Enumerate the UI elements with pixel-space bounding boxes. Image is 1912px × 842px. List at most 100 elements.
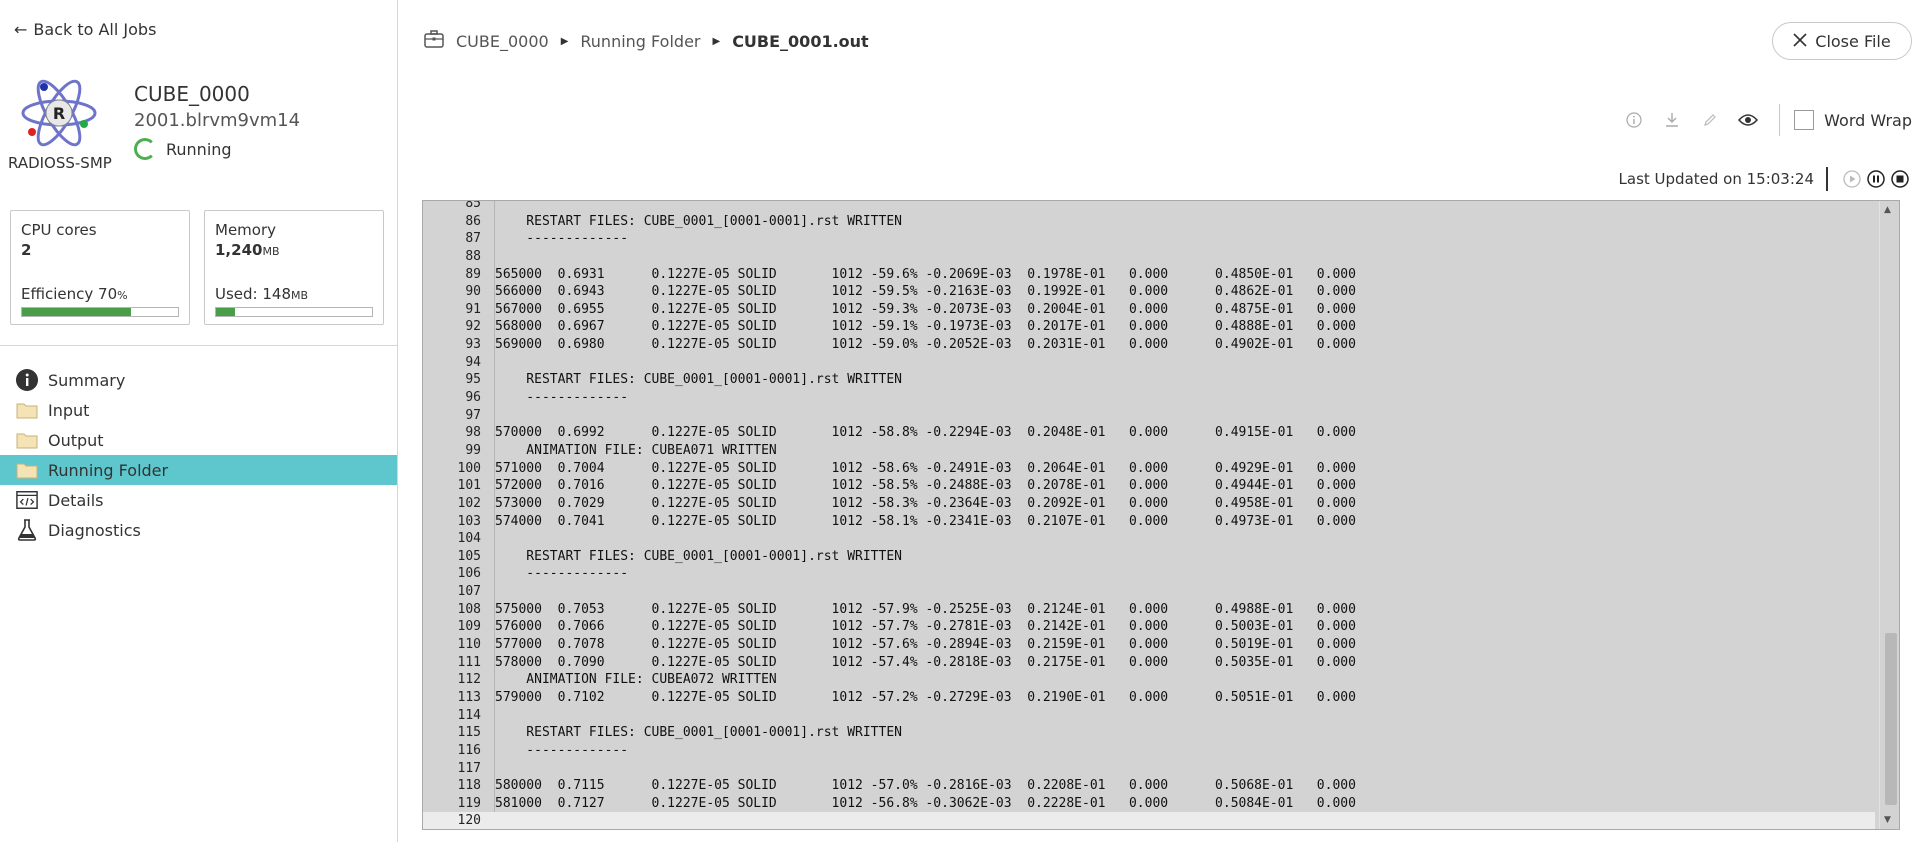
line-number: 111 [457,654,481,670]
pause-icon[interactable] [1864,167,1888,191]
log-line: 98 570000 0.6992 0.1227E-05 SOLID 1012 -5… [423,424,1875,442]
line-number: 114 [457,707,481,723]
log-line: 114 [423,707,1875,725]
line-text: RESTART FILES: CUBE_0001_[0001-0001].rst… [495,725,902,741]
log-line: 93 569000 0.6980 0.1227E-05 SOLID 1012 -5… [423,336,1875,354]
line-number: 119 [457,795,481,811]
back-to-all-jobs-link[interactable]: ← Back to All Jobs [14,20,156,39]
job-status: Running [134,138,232,160]
breadcrumb-item-job[interactable]: CUBE_0000 [456,32,549,51]
app-name: RADIOSS-SMP [8,154,112,172]
line-number: 97 [465,407,481,423]
line-number: 94 [465,354,481,370]
folder-icon [16,399,38,421]
arrow-left-icon: ← [14,20,28,39]
log-line: 95 RESTART FILES: CUBE_0001_[0001-0001].… [423,371,1875,389]
stop-icon[interactable] [1888,167,1912,191]
efficiency-label: Efficiency 70% [21,285,128,303]
caret-right-icon: ▶ [712,35,721,47]
line-text: ------------- [495,390,629,406]
sidebar-divider [0,345,397,346]
line-text: RESTART FILES: CUBE_0001_[0001-0001].rst… [495,372,902,388]
memory-label: Memory [215,221,277,239]
file-content-viewer[interactable]: 85 86 RESTART FILES: CUBE_0001_[0001-0001… [422,200,1900,830]
back-link-label: Back to All Jobs [33,20,157,39]
line-text: 568000 0.6967 0.1227E-05 SOLID 1012 -59.… [495,319,1356,335]
download-icon[interactable] [1653,106,1691,134]
log-line: 118 580000 0.7115 0.1227E-05 SOLID 1012 -… [423,777,1875,795]
radioss-logo-icon: R [21,79,97,147]
sidebar-nav: Summary Input Output Running Folder Deta… [0,365,397,545]
line-number: 91 [465,301,481,317]
log-line: 111 578000 0.7090 0.1227E-05 SOLID 1012 -… [423,654,1875,672]
line-number: 99 [465,442,481,458]
line-text: 570000 0.6992 0.1227E-05 SOLID 1012 -58.… [495,425,1356,441]
close-file-button[interactable]: Close File [1772,22,1912,60]
log-line: 109 576000 0.7066 0.1227E-05 SOLID 1012 -… [423,618,1875,636]
line-number: 113 [457,689,481,705]
log-line: 96 ------------- [423,389,1875,407]
line-number: 107 [457,584,481,600]
line-number: 106 [457,566,481,582]
log-line: 110 577000 0.7078 0.1227E-05 SOLID 1012 -… [423,636,1875,654]
log-line: 89 565000 0.6931 0.1227E-05 SOLID 1012 -5… [423,266,1875,284]
line-number: 87 [465,231,481,247]
log-line: 102 573000 0.7029 0.1227E-05 SOLID 1012 -… [423,495,1875,513]
sidebar-item-summary[interactable]: Summary [0,365,397,395]
memory-card: Memory 1,240MB Used: 148MB [204,210,384,325]
eye-icon[interactable] [1729,106,1767,134]
sidebar-item-input[interactable]: Input [0,395,397,425]
sidebar-item-output[interactable]: Output [0,425,397,455]
edit-icon[interactable] [1691,106,1729,134]
vertical-scrollbar[interactable]: ▲ ▼ [1879,201,1899,829]
play-icon[interactable] [1840,167,1864,191]
line-text: 565000 0.6931 0.1227E-05 SOLID 1012 -59.… [495,266,1356,282]
log-line: 86 RESTART FILES: CUBE_0001_[0001-0001].… [423,213,1875,231]
line-number: 102 [457,495,481,511]
word-wrap-checkbox[interactable] [1794,110,1815,130]
line-number: 88 [465,248,481,264]
svg-text:R: R [53,104,65,123]
log-line: 116 ------------- [423,742,1875,760]
line-number: 98 [465,425,481,441]
cpu-cores-label: CPU cores [21,221,97,239]
line-text: 578000 0.7090 0.1227E-05 SOLID 1012 -57.… [495,654,1356,670]
info-icon[interactable] [1615,106,1653,134]
line-number: 116 [457,742,481,758]
log-line: 104 [423,530,1875,548]
line-number: 89 [465,266,481,282]
line-number: 93 [465,337,481,353]
scrollbar-thumb[interactable] [1885,633,1897,805]
last-updated-row: Last Updated on 15:03:24 [1619,166,1912,192]
sidebar-item-diagnostics[interactable]: Diagnostics [0,515,397,545]
line-text: 581000 0.7127 0.1227E-05 SOLID 1012 -56.… [495,795,1356,811]
efficiency-bar-fill [22,308,132,316]
caret-right-icon: ▶ [560,35,569,47]
sidebar-item-label: Summary [48,370,126,390]
scroll-down-icon[interactable]: ▼ [1884,815,1891,825]
line-number: 108 [457,601,481,617]
line-text: 571000 0.7004 0.1227E-05 SOLID 1012 -58.… [495,460,1356,476]
close-file-label: Close File [1815,31,1891,51]
line-number: 104 [457,531,481,547]
line-number: 95 [465,372,481,388]
log-line: 106 ------------- [423,565,1875,583]
log-line: 112 ANIMATION FILE: CUBEA072 WRITTEN [423,671,1875,689]
line-text: 580000 0.7115 0.1227E-05 SOLID 1012 -57.… [495,778,1356,794]
line-number: 92 [465,319,481,335]
toolbar-divider [1779,104,1781,136]
log-line: 101 572000 0.7016 0.1227E-05 SOLID 1012 -… [423,477,1875,495]
word-wrap-toggle[interactable]: Word Wrap [1794,110,1912,130]
file-toolbar: Word Wrap [1615,104,1912,136]
breadcrumb-item-running-folder[interactable]: Running Folder [580,32,700,51]
sidebar-item-running-folder[interactable]: Running Folder [0,455,397,485]
sidebar-item-details[interactable]: Details [0,485,397,515]
flask-icon [16,519,38,541]
log-line: 113 579000 0.7102 0.1227E-05 SOLID 1012 -… [423,689,1875,707]
scroll-up-icon[interactable]: ▲ [1884,205,1891,215]
folder-icon [16,429,38,451]
line-text: 567000 0.6955 0.1227E-05 SOLID 1012 -59.… [495,301,1356,317]
line-text: ------------- [495,231,629,247]
efficiency-bar [21,307,179,317]
info-icon [16,369,38,391]
